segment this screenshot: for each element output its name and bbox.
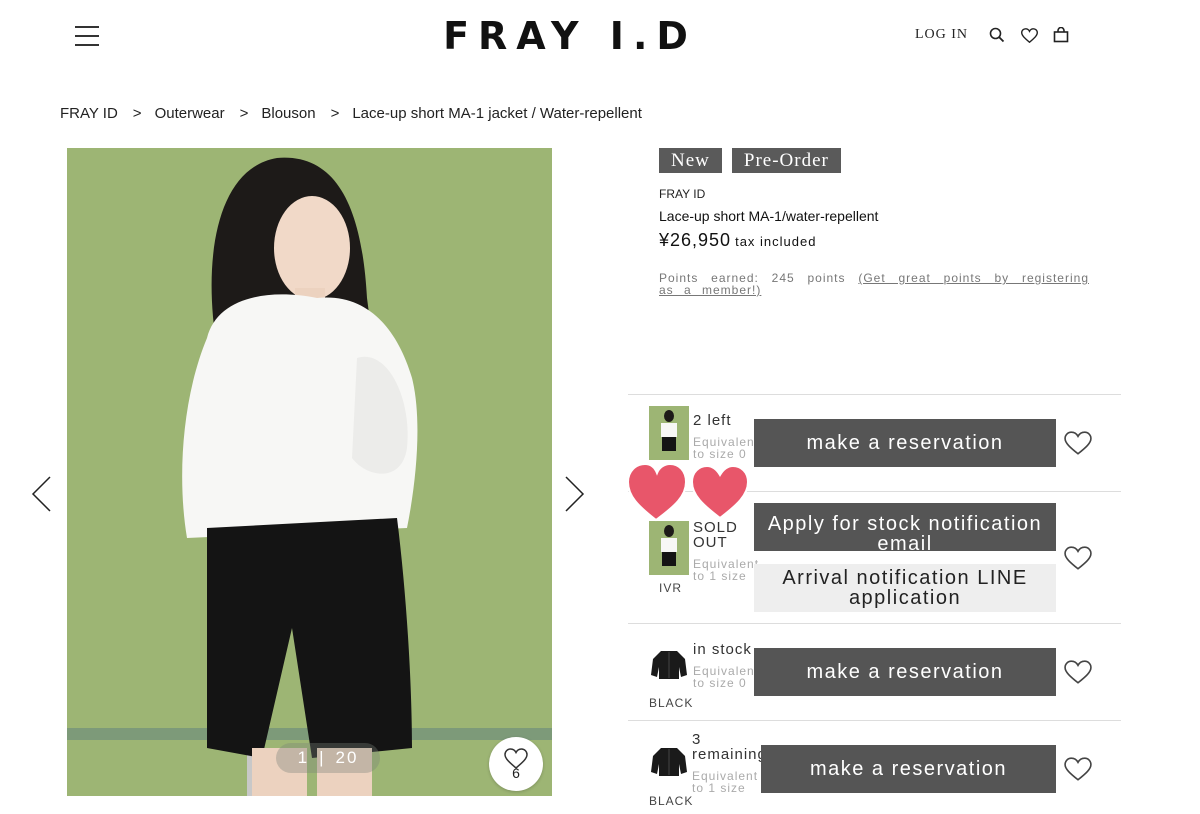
color-label: BLACK xyxy=(649,794,694,808)
stock-status: in stock xyxy=(693,641,752,658)
breadcrumb-item[interactable]: FRAY ID xyxy=(60,105,118,122)
tag-pre-order: Pre-Order xyxy=(731,148,841,173)
heart-sticker-icon xyxy=(626,462,750,522)
favorite-count: 6 xyxy=(512,764,520,781)
price-tax-note: tax included xyxy=(735,234,817,249)
favorite-button[interactable]: 6 xyxy=(489,737,543,791)
product-price: ¥26,950 tax included xyxy=(659,230,816,251)
make-reservation-button[interactable]: make a reservation xyxy=(761,745,1056,793)
divider xyxy=(628,394,1121,395)
stock-status: 2 left xyxy=(693,412,732,429)
site-logo[interactable]: FRAY I.D xyxy=(440,14,700,58)
make-reservation-button[interactable]: make a reservation xyxy=(754,419,1056,467)
breadcrumb-separator: > xyxy=(330,105,340,122)
product-tags: New Pre-Order xyxy=(659,148,841,173)
breadcrumb-item[interactable]: Outerwear xyxy=(155,105,225,122)
image-counter-current: 1 xyxy=(297,748,310,767)
product-brand[interactable]: FRAY ID xyxy=(659,187,705,201)
heart-icon[interactable] xyxy=(1020,26,1038,44)
model-photo xyxy=(67,148,552,796)
breadcrumb-item[interactable]: Blouson xyxy=(261,105,315,122)
stock-status: 3 remaining xyxy=(692,731,767,763)
stock-notification-email-button[interactable]: Apply for stock notification email xyxy=(754,503,1056,551)
size-equivalent: Equivalent to 1 size xyxy=(693,557,760,583)
make-reservation-button[interactable]: make a reservation xyxy=(754,648,1056,696)
line-notification-button[interactable]: Arrival notification LINE application xyxy=(754,564,1056,612)
breadcrumb-current: Lace-up short MA-1 jacket / Water-repell… xyxy=(352,105,642,122)
size-equivalent: Equivalent to size 0 xyxy=(693,664,760,690)
price-value: ¥26,950 xyxy=(659,230,732,250)
color-label: BLACK xyxy=(649,696,694,710)
color-label: IVR xyxy=(659,581,683,595)
size-equivalent: Equivalent to size 0 xyxy=(693,435,760,461)
login-link[interactable]: LOG IN xyxy=(915,27,968,43)
search-icon[interactable] xyxy=(988,26,1006,44)
wishlist-heart-icon[interactable] xyxy=(1064,757,1092,781)
variant-thumbnail xyxy=(651,748,687,776)
product-main-image[interactable] xyxy=(67,148,552,796)
product-name: Lace-up short MA-1/water-repellent xyxy=(659,208,879,224)
wishlist-heart-icon[interactable] xyxy=(1064,546,1092,570)
header-actions: LOG IN xyxy=(915,26,1070,44)
stock-status: SOLD OUT xyxy=(693,519,738,551)
previous-image-arrow-icon[interactable] xyxy=(30,475,54,513)
divider xyxy=(628,720,1121,721)
image-counter: 1 | 20 xyxy=(276,743,380,773)
breadcrumb: FRAY ID > Outerwear > Blouson > Lace-up … xyxy=(60,105,642,122)
wishlist-heart-icon[interactable] xyxy=(1064,660,1092,684)
wishlist-heart-icon[interactable] xyxy=(1064,431,1092,455)
points-info: Points earned: 245 points (Get great poi… xyxy=(659,272,1089,296)
variant-thumbnail xyxy=(651,651,687,679)
bag-icon[interactable] xyxy=(1052,26,1070,44)
menu-icon[interactable] xyxy=(75,26,99,46)
divider xyxy=(628,623,1121,624)
breadcrumb-separator: > xyxy=(239,105,249,122)
breadcrumb-separator: > xyxy=(132,105,142,122)
variant-thumbnail xyxy=(649,521,689,575)
variant-thumbnail xyxy=(649,406,689,460)
tag-new: New xyxy=(659,148,722,173)
image-counter-total: 20 xyxy=(335,748,359,767)
next-image-arrow-icon[interactable] xyxy=(562,475,586,513)
image-counter-separator: | xyxy=(319,748,326,767)
size-equivalent: Equivalent to 1 size xyxy=(692,769,759,795)
